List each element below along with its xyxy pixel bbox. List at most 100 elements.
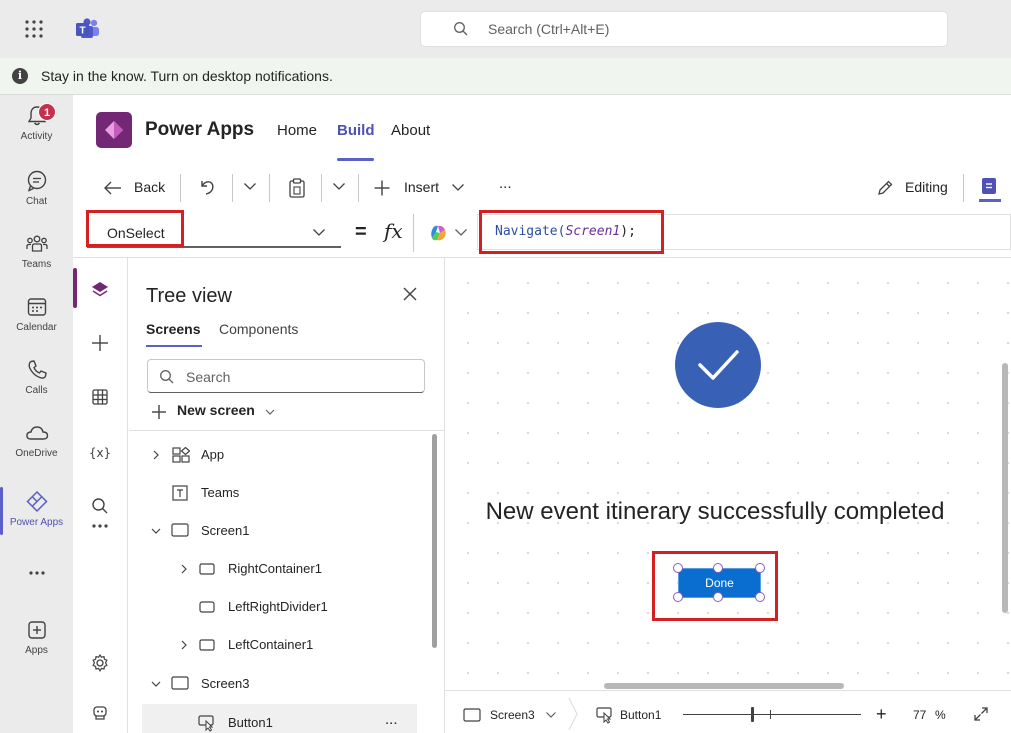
rail-item-chat[interactable]: Chat bbox=[0, 168, 73, 228]
tab-screens[interactable]: Screens bbox=[146, 321, 200, 337]
status-screen-selector[interactable]: Screen3 bbox=[490, 708, 535, 722]
tree-node-label: LeftRightDivider1 bbox=[228, 599, 328, 614]
rail-item-calendar[interactable]: Calendar bbox=[0, 294, 73, 354]
rail-label-calendar: Calendar bbox=[16, 322, 57, 333]
tree-scrollbar[interactable] bbox=[432, 434, 437, 648]
chevron-right-icon[interactable] bbox=[152, 449, 160, 461]
command-bar: Back Insert ... Editing bbox=[73, 165, 1011, 211]
more-commands-button[interactable]: ... bbox=[499, 175, 512, 192]
phone-icon bbox=[28, 360, 47, 379]
chevron-down-icon[interactable] bbox=[243, 181, 257, 191]
status-control-selector[interactable]: Button1 bbox=[620, 708, 661, 722]
rail-item-teams[interactable]: Teams bbox=[0, 231, 73, 291]
tree-node-label: RightContainer1 bbox=[228, 561, 322, 576]
zoom-slider-thumb[interactable] bbox=[751, 707, 754, 722]
notification-text[interactable]: Stay in the know. Turn on desktop notifi… bbox=[41, 68, 333, 84]
tree-node-teams[interactable]: Teams bbox=[129, 474, 429, 512]
virtual-agent-icon[interactable] bbox=[88, 701, 112, 725]
status-bar: Screen3 Button1 + 77 % bbox=[445, 690, 1011, 733]
settings-gear-icon[interactable] bbox=[88, 651, 112, 675]
highlight-box-formula bbox=[479, 210, 664, 254]
canvas-horizontal-scrollbar[interactable] bbox=[604, 683, 844, 689]
chevron-down-icon[interactable] bbox=[454, 227, 468, 237]
separator bbox=[232, 174, 233, 202]
tree-node-leftcontainer1[interactable]: LeftContainer1 bbox=[129, 626, 429, 664]
teams-app-rail: Activity Chat Teams Calendar Calls OneDr… bbox=[0, 95, 73, 733]
separator bbox=[269, 174, 270, 202]
close-icon[interactable] bbox=[401, 285, 419, 303]
insert-button[interactable]: Insert bbox=[404, 179, 439, 195]
tree-node-label: LeftContainer1 bbox=[228, 637, 314, 652]
calendar-icon bbox=[27, 298, 46, 316]
highlight-box-property bbox=[86, 210, 184, 247]
add-icon[interactable] bbox=[88, 331, 112, 355]
separator bbox=[413, 214, 414, 252]
paste-icon[interactable] bbox=[287, 177, 307, 199]
fx-icon[interactable]: fx bbox=[384, 219, 403, 243]
tab-components[interactable]: Components bbox=[219, 321, 298, 337]
design-canvas[interactable]: New event itinerary successfully complet… bbox=[445, 258, 1011, 690]
rail-more-button[interactable] bbox=[0, 563, 73, 589]
editing-mode-button[interactable]: Editing bbox=[905, 179, 948, 195]
chevron-down-icon[interactable] bbox=[545, 711, 557, 719]
tree-node-button1[interactable]: Button1 ... bbox=[142, 704, 417, 733]
tree-node-screen3[interactable]: Screen3 bbox=[129, 665, 429, 703]
expand-icon[interactable] bbox=[973, 706, 989, 722]
app-header: Power Apps Home Build About bbox=[73, 95, 1011, 165]
zoom-slider-track[interactable] bbox=[683, 714, 861, 715]
tree-node-screen1[interactable]: Screen1 bbox=[129, 512, 429, 550]
new-screen-button[interactable]: New screen bbox=[177, 402, 255, 418]
screen-icon bbox=[171, 676, 189, 690]
chevron-right-icon[interactable] bbox=[180, 563, 188, 575]
notebook-icon[interactable] bbox=[979, 176, 1001, 202]
undo-icon[interactable] bbox=[197, 177, 217, 197]
divider bbox=[129, 430, 445, 431]
activity-badge: 1 bbox=[38, 103, 56, 121]
success-message[interactable]: New event itinerary successfully complet… bbox=[445, 498, 985, 526]
tree-node-label: App bbox=[201, 447, 225, 462]
zoom-in-button[interactable]: + bbox=[876, 704, 887, 725]
tree-view-panel: Tree view Screens Components Search New … bbox=[129, 258, 445, 733]
separator bbox=[180, 174, 181, 202]
chevron-down-icon[interactable] bbox=[332, 181, 346, 191]
back-arrow-icon bbox=[103, 179, 123, 197]
node-more-button[interactable]: ... bbox=[385, 701, 398, 733]
back-button[interactable]: Back bbox=[134, 179, 165, 195]
powerapps-icon bbox=[25, 490, 48, 513]
app-launcher-icon[interactable] bbox=[22, 18, 46, 40]
search-icon[interactable] bbox=[88, 494, 112, 518]
tab-home[interactable]: Home bbox=[277, 122, 317, 139]
rail-item-apps[interactable]: Apps bbox=[0, 617, 73, 677]
separator bbox=[358, 174, 359, 202]
side-active-indicator bbox=[73, 268, 77, 308]
copilot-icon[interactable] bbox=[428, 223, 448, 243]
data-table-icon[interactable] bbox=[88, 385, 112, 409]
rail-item-powerapps[interactable]: Power Apps bbox=[0, 489, 73, 549]
more-icon bbox=[28, 571, 45, 575]
chevron-right-icon[interactable] bbox=[180, 639, 188, 651]
tree-node-rightcontainer1[interactable]: RightContainer1 bbox=[129, 550, 429, 588]
app-title: Power Apps bbox=[145, 119, 255, 140]
canvas-vertical-scrollbar[interactable] bbox=[1002, 363, 1008, 613]
rail-item-calls[interactable]: Calls bbox=[0, 357, 73, 417]
global-search-input[interactable]: Search (Ctrl+Alt+E) bbox=[420, 11, 948, 47]
powerapps-logo-icon bbox=[96, 112, 132, 148]
rail-item-onedrive[interactable]: OneDrive bbox=[0, 420, 73, 480]
chevron-down-icon[interactable] bbox=[150, 680, 162, 688]
tree-node-app[interactable]: App bbox=[129, 436, 429, 474]
more-icon[interactable] bbox=[88, 516, 112, 536]
rail-item-activity[interactable]: Activity bbox=[0, 103, 73, 163]
plus-icon bbox=[373, 179, 391, 197]
tree-node-leftrightdivider1[interactable]: LeftRightDivider1 bbox=[129, 588, 429, 626]
tab-about[interactable]: About bbox=[391, 122, 430, 139]
chevron-down-icon[interactable] bbox=[150, 527, 162, 535]
tab-build[interactable]: Build bbox=[337, 122, 375, 139]
chevron-down-icon[interactable] bbox=[451, 182, 465, 192]
tree-search-input[interactable]: Search bbox=[147, 359, 425, 393]
rail-label-activity: Activity bbox=[20, 131, 53, 142]
variables-icon[interactable]: {x} bbox=[88, 441, 112, 465]
top-bar: T Search (Ctrl+Alt+E) bbox=[0, 0, 1011, 58]
layers-icon[interactable] bbox=[88, 278, 112, 302]
chevron-down-icon[interactable] bbox=[265, 408, 275, 416]
checkmark-icon[interactable] bbox=[675, 322, 761, 408]
